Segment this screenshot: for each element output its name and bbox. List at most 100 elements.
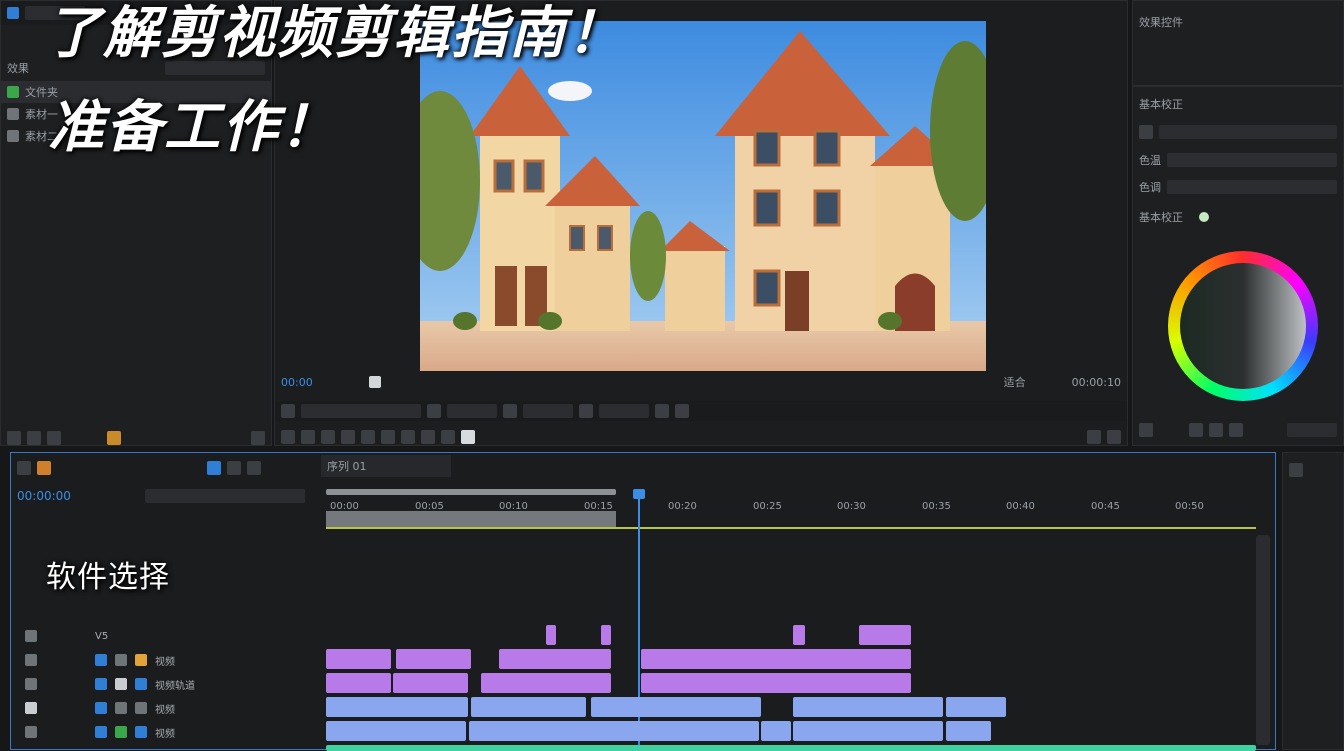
sequence-search[interactable] (145, 489, 305, 503)
track-target-icon[interactable] (95, 702, 107, 714)
list-view-icon[interactable] (7, 431, 21, 445)
timeline-toolbar (11, 457, 311, 479)
track-eye-icon[interactable] (135, 678, 147, 690)
timeline-clip[interactable] (793, 721, 943, 741)
track-lock-icon[interactable] (25, 726, 37, 738)
step-back-icon[interactable] (281, 430, 295, 444)
track-eye-icon[interactable] (135, 726, 147, 738)
track-sync-icon[interactable] (115, 678, 127, 690)
track-area[interactable] (326, 533, 1256, 751)
panel-icon[interactable] (1229, 423, 1243, 437)
tint-slider[interactable] (1167, 180, 1337, 194)
audio-clip[interactable] (326, 745, 1256, 751)
track-eye-icon[interactable] (135, 702, 147, 714)
color-wheel[interactable] (1168, 251, 1318, 401)
white-balance-field[interactable] (1159, 125, 1337, 139)
project-tab-label[interactable]: 效果 (7, 60, 29, 76)
compare-icon[interactable] (1107, 430, 1121, 444)
timeline-clip[interactable] (499, 649, 611, 669)
timeline-clip[interactable] (469, 721, 759, 741)
playhead-handle[interactable] (633, 489, 645, 499)
timeline-clip[interactable] (859, 625, 911, 645)
extract-icon[interactable] (361, 430, 375, 444)
tint-row: 色调 (1133, 176, 1343, 198)
timeline-clip[interactable] (471, 697, 586, 717)
track-target-icon[interactable] (95, 654, 107, 666)
grid-icon[interactable] (1189, 423, 1203, 437)
timeline-clip[interactable] (546, 625, 556, 645)
icon-view-icon[interactable] (27, 431, 41, 445)
track-sync-icon[interactable] (115, 654, 127, 666)
timeline-clip[interactable] (761, 721, 791, 741)
timeline-timecode[interactable]: 00:00:00 (17, 489, 71, 503)
timeline-clip[interactable] (946, 697, 1006, 717)
text-tool-icon[interactable] (368, 376, 381, 388)
timeline-clip[interactable] (326, 673, 391, 693)
insert-icon[interactable] (381, 430, 395, 444)
timeline-clip[interactable] (481, 673, 611, 693)
wrench-icon[interactable] (655, 404, 669, 418)
radio-icon[interactable] (1199, 212, 1209, 222)
eyedropper-icon[interactable] (1139, 125, 1153, 139)
new-bin-icon[interactable] (107, 431, 121, 445)
section-label[interactable]: 基本校正 (1139, 96, 1183, 112)
in-point-field[interactable] (301, 404, 421, 418)
track-sync-icon[interactable] (115, 702, 127, 714)
camera-icon[interactable] (1087, 430, 1101, 444)
effect-header[interactable]: 效果控件 (1139, 14, 1183, 30)
play-icon[interactable] (461, 430, 475, 444)
timeline-scrollbar[interactable] (1256, 535, 1270, 745)
track-lock-icon[interactable] (25, 654, 37, 666)
cut-icon[interactable] (421, 430, 435, 444)
lift-icon[interactable] (341, 430, 355, 444)
timeline-clip[interactable] (601, 625, 611, 645)
ruler-tick-label: 00:45 (1091, 501, 1120, 512)
duration-field[interactable] (447, 404, 497, 418)
timeline-clip[interactable] (641, 649, 911, 669)
project-icon[interactable] (7, 7, 19, 19)
rewind-icon[interactable] (321, 430, 335, 444)
timeline-clip[interactable] (946, 721, 991, 741)
track-lock-icon[interactable] (25, 702, 37, 714)
track-target-icon[interactable] (95, 726, 107, 738)
layers-icon[interactable] (1209, 423, 1223, 437)
temperature-slider[interactable] (1167, 153, 1337, 167)
timeline-clip[interactable] (393, 673, 468, 693)
marker-blue-icon[interactable] (207, 461, 221, 475)
color-wheel-center[interactable] (1180, 263, 1306, 389)
undo-icon[interactable] (247, 461, 261, 475)
fit-dropdown[interactable]: 适合 (1004, 374, 1026, 390)
zoom-field[interactable] (1287, 423, 1337, 437)
timeline-clip[interactable] (591, 697, 761, 717)
selection-tool-icon[interactable] (1289, 463, 1303, 477)
timeline-clip[interactable] (326, 649, 391, 669)
linked-icon[interactable] (37, 461, 51, 475)
timeline-clip[interactable] (326, 697, 468, 717)
settings-icon[interactable] (579, 404, 593, 418)
zoom-field[interactable] (599, 404, 649, 418)
track-lock-icon[interactable] (25, 630, 37, 642)
fx-icon[interactable] (1139, 423, 1153, 437)
export-frame-icon[interactable] (675, 404, 689, 418)
snap-icon[interactable] (17, 461, 31, 475)
settings-icon[interactable] (227, 461, 241, 475)
trash-icon[interactable] (251, 431, 265, 445)
go-to-in-icon[interactable] (301, 430, 315, 444)
marker-icon[interactable] (281, 404, 295, 418)
transport-row (275, 427, 1127, 447)
mark-in-icon[interactable] (427, 404, 441, 418)
timeline-clip[interactable] (793, 625, 805, 645)
overwrite-icon[interactable] (401, 430, 415, 444)
track-sync-icon[interactable] (115, 726, 127, 738)
timeline-clip[interactable] (793, 697, 943, 717)
timeline-clip[interactable] (396, 649, 471, 669)
zoom-icon[interactable] (47, 431, 61, 445)
loop-icon[interactable] (441, 430, 455, 444)
track-eye-icon[interactable] (135, 654, 147, 666)
mark-out-icon[interactable] (503, 404, 517, 418)
track-lock-icon[interactable] (25, 678, 37, 690)
timeline-clip[interactable] (326, 721, 466, 741)
track-target-icon[interactable] (95, 678, 107, 690)
out-point-field[interactable] (523, 404, 573, 418)
timeline-clip[interactable] (641, 673, 911, 693)
